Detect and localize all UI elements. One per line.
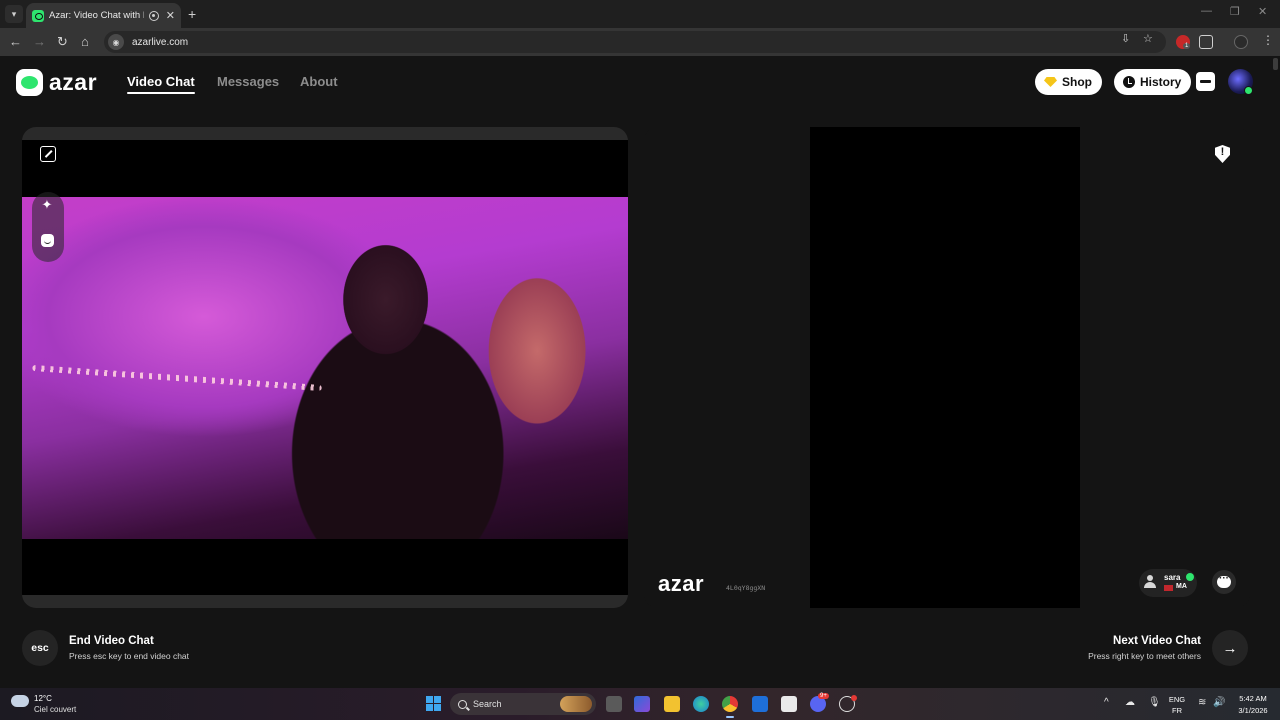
microsoft-store-icon[interactable] (781, 696, 797, 712)
remote-watermark-id: 4L0qY8ggXN (726, 584, 766, 592)
chat-button[interactable] (1212, 570, 1236, 594)
forward-arrow-icon[interactable]: → (33, 34, 46, 50)
window-minimize-icon[interactable]: — (1201, 5, 1212, 17)
page-scrollbar[interactable] (1273, 58, 1278, 70)
browser-toolbar: ← → ↻ ⌂ ◉ azarlive.com ⇩ ☆ (0, 28, 1280, 56)
nav-messages[interactable]: Messages (217, 74, 279, 90)
task-view-icon[interactable] (606, 696, 622, 712)
history-button[interactable]: History (1114, 69, 1192, 95)
azar-favicon-icon (32, 9, 44, 22)
next-chat-title: Next Video Chat (1113, 635, 1201, 647)
remote-video-frame (810, 127, 1080, 608)
avatar-status-badge (1244, 86, 1253, 95)
camera-feed-image (22, 197, 628, 539)
reload-icon[interactable]: ↻ (57, 34, 68, 50)
face-sticker-icon[interactable] (41, 234, 54, 247)
address-url: azarlive.com (132, 36, 189, 48)
inbox-icon[interactable] (1196, 72, 1215, 91)
microphone-icon[interactable]: 🎙 (1148, 697, 1161, 708)
browser-menu-kebab-icon[interactable]: ⋮ (1262, 33, 1274, 47)
back-arrow-icon[interactable]: ← (9, 34, 22, 50)
azar-logo-text[interactable]: azar (49, 69, 97, 95)
profile-avatar-icon[interactable] (1234, 35, 1248, 49)
cloud-sync-icon[interactable]: ☁ (1125, 697, 1135, 708)
end-chat-button[interactable]: esc (22, 630, 58, 666)
browser-tab-strip: ▾ Azar: Video Chat with New ✕ + — ❐ ✕ (0, 0, 1280, 28)
remote-watermark-logo: azar (658, 571, 705, 596)
new-tab-plus-icon[interactable]: + (188, 5, 196, 23)
file-explorer-icon[interactable] (664, 696, 680, 712)
chat-bubble-icon (1217, 573, 1231, 588)
nav-active-underline (127, 92, 195, 94)
tab-search-chevron-icon[interactable]: ▾ (5, 5, 23, 23)
magic-wand-icon[interactable]: ✦ (40, 198, 54, 212)
language-indicator-top[interactable]: ENG (1164, 695, 1190, 704)
clock-time[interactable]: 5:42 AM (1230, 694, 1276, 703)
cloud-weather-icon[interactable] (11, 695, 29, 707)
install-app-icon[interactable]: ⇩ (1121, 32, 1130, 45)
nav-video-chat[interactable]: Video Chat (127, 74, 195, 90)
edge-browser-icon[interactable] (693, 696, 709, 712)
home-icon[interactable]: ⌂ (81, 34, 89, 50)
browser-tab-active[interactable]: Azar: Video Chat with New ✕ (26, 3, 181, 28)
local-video-frame (22, 140, 628, 595)
clock-date[interactable]: 3/1/2026 (1230, 706, 1276, 715)
local-video-panel (22, 127, 628, 608)
partner-verified-icon (1186, 573, 1194, 581)
clock-icon (1123, 76, 1135, 88)
chrome-browser-icon[interactable] (722, 696, 738, 712)
weather-temperature[interactable]: 12°C (34, 694, 52, 703)
show-hidden-icons-chevron-icon[interactable]: ^ (1104, 697, 1109, 708)
tab-close-icon[interactable]: ✕ (166, 9, 175, 22)
mail-icon[interactable] (752, 696, 768, 712)
search-highlight-art (560, 696, 592, 712)
window-restore-icon[interactable]: ❐ (1230, 5, 1240, 18)
extensions-puzzle-icon[interactable] (1199, 35, 1213, 49)
weather-condition[interactable]: Ciel couvert (34, 705, 76, 714)
taskbar-search-label: Search (473, 699, 502, 709)
widgets-news-icon[interactable] (634, 696, 650, 712)
tab-recording-icon[interactable] (148, 10, 159, 21)
language-indicator-bottom[interactable]: FR (1164, 706, 1190, 715)
address-bar[interactable]: ◉ azarlive.com (104, 31, 1166, 53)
azar-logo-icon[interactable] (16, 69, 43, 96)
next-chat-button[interactable]: → (1212, 630, 1248, 666)
led-lights (32, 364, 322, 392)
search-icon (458, 699, 467, 709)
end-chat-title: End Video Chat (69, 635, 154, 647)
windows-start-icon[interactable] (426, 696, 441, 711)
partner-name: sara (1164, 573, 1181, 582)
bookmark-star-icon[interactable]: ☆ (1143, 32, 1153, 45)
morocco-flag-icon (1164, 585, 1173, 591)
partner-country: MA (1176, 583, 1187, 590)
shop-label: Shop (1062, 75, 1092, 89)
history-label: History (1140, 75, 1182, 89)
site-info-icon[interactable]: ◉ (108, 34, 124, 50)
nav-about[interactable]: About (300, 74, 338, 90)
chrome-active-indicator (726, 716, 734, 718)
next-chat-hint: Press right key to meet others (1088, 651, 1201, 661)
shop-button[interactable]: Shop (1035, 69, 1102, 95)
volume-icon[interactable]: 🔊 (1213, 697, 1225, 708)
fullscreen-expand-icon[interactable] (40, 146, 56, 162)
gem-icon (1044, 77, 1057, 87)
discord-badge: 9+ (818, 693, 829, 699)
end-chat-hint: Press esc key to end video chat (69, 651, 190, 661)
wifi-icon[interactable]: ≋ (1198, 697, 1206, 708)
person-icon (1144, 575, 1156, 588)
tab-title: Azar: Video Chat with New (49, 10, 144, 21)
arrow-right-icon: → (1222, 639, 1238, 657)
notification-dot-icon (851, 695, 857, 701)
window-close-icon[interactable]: ✕ (1258, 5, 1267, 18)
